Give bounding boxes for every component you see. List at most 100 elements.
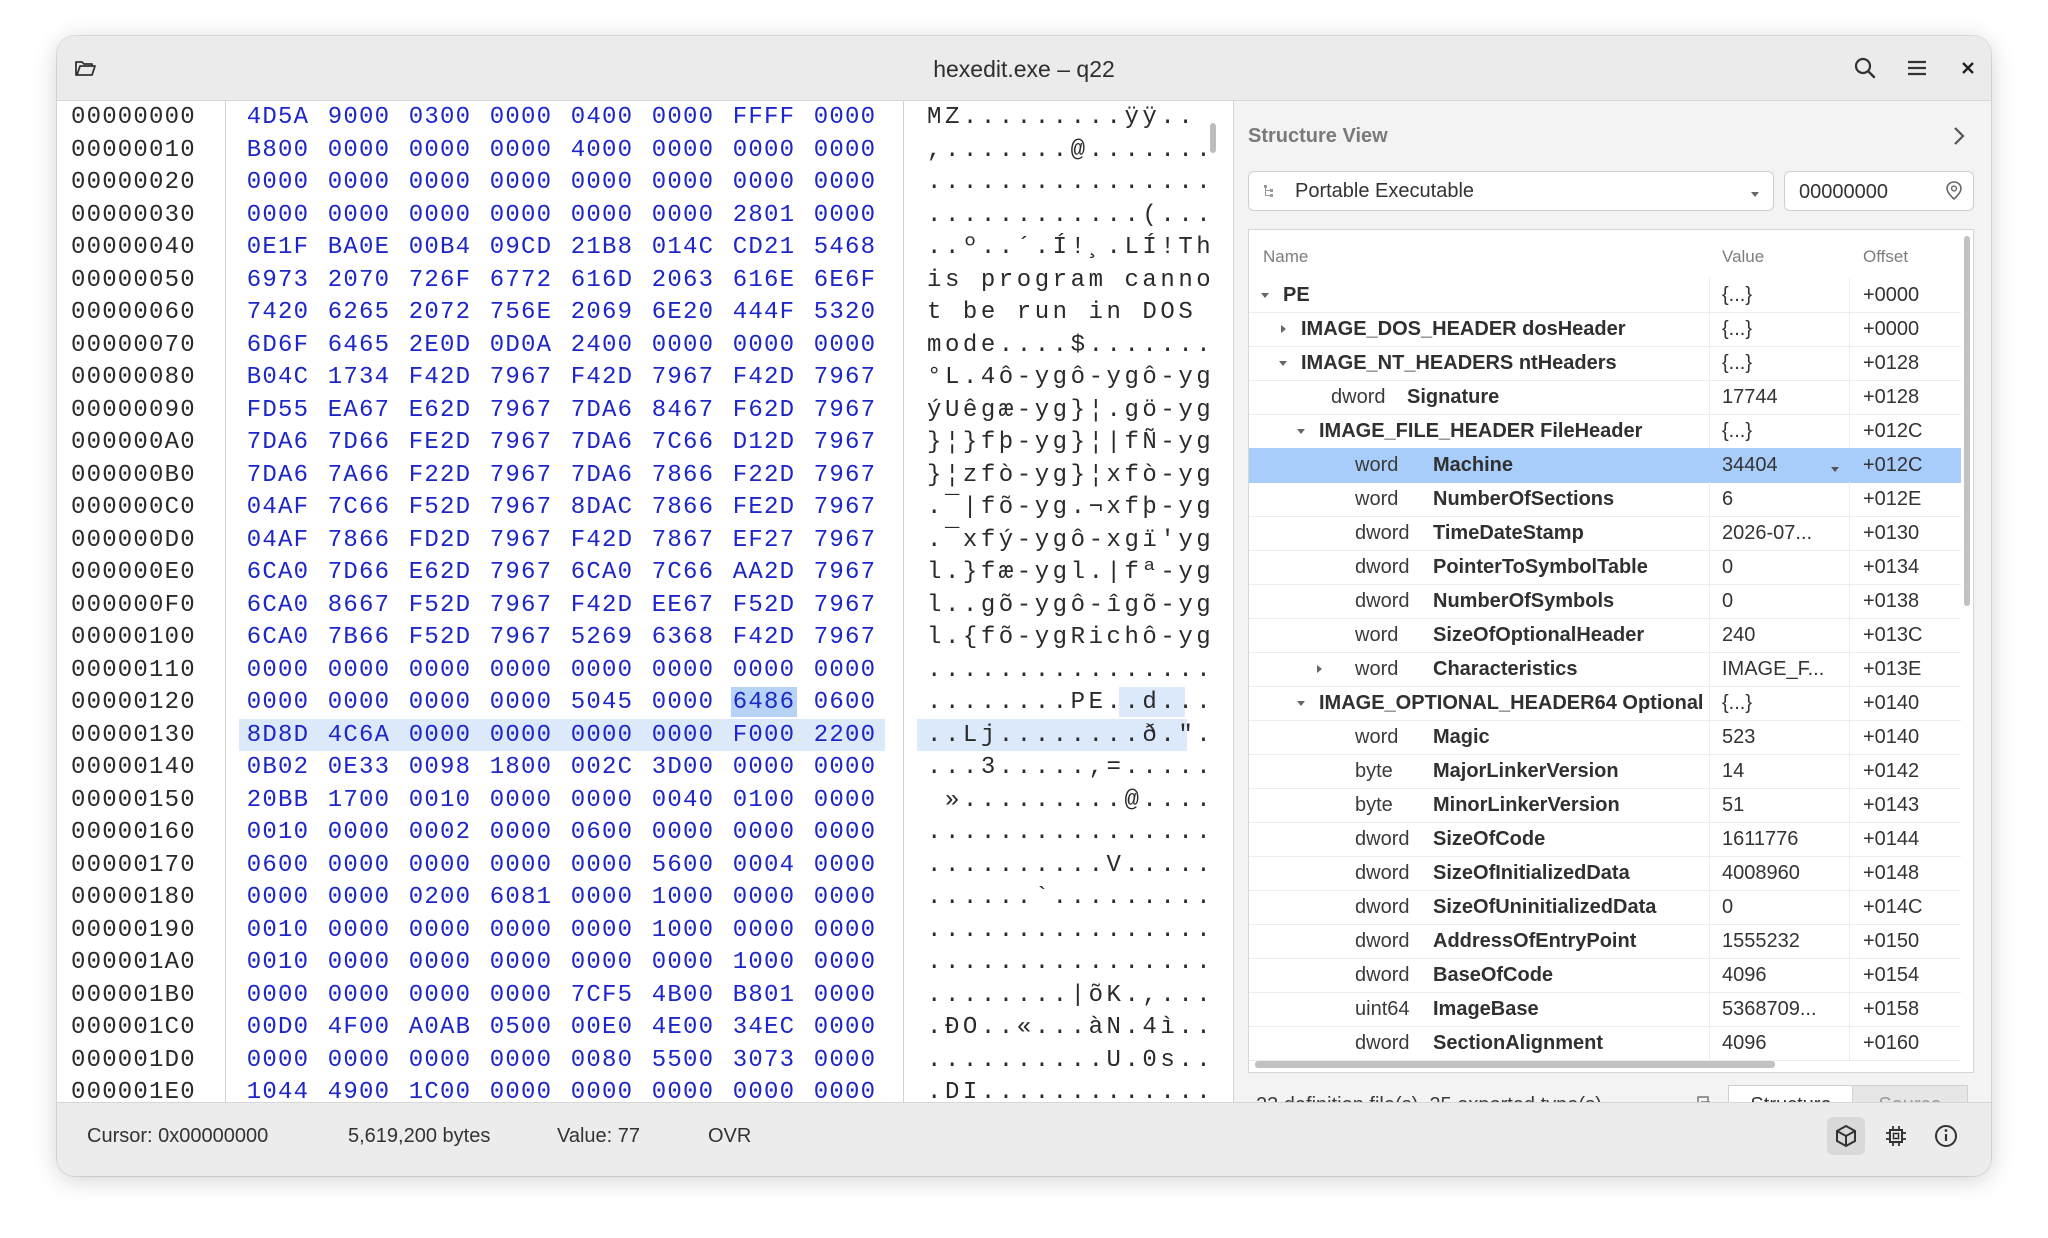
hex-word[interactable]: 0000 bbox=[731, 332, 797, 359]
hex-word[interactable]: 0000 bbox=[326, 819, 392, 846]
hex-word[interactable]: 7867 bbox=[650, 527, 716, 554]
ascii-text[interactable]: l.{fõ-ygRichô-yg bbox=[927, 624, 1214, 651]
hex-word[interactable]: 2069 bbox=[569, 299, 635, 326]
hex-word[interactable]: 7967 bbox=[812, 592, 878, 619]
hex-word[interactable]: CD21 bbox=[731, 234, 797, 261]
hex-word[interactable]: 0010 bbox=[407, 787, 473, 814]
hex-word[interactable]: FE2D bbox=[407, 429, 473, 456]
hex-word[interactable]: 7866 bbox=[650, 462, 716, 489]
hex-word[interactable]: 7967 bbox=[488, 462, 554, 489]
hex-word[interactable]: 0000 bbox=[488, 657, 554, 684]
hex-word[interactable]: 0000 bbox=[488, 787, 554, 814]
hex-word[interactable]: 0000 bbox=[569, 787, 635, 814]
hex-word[interactable]: 0B02 bbox=[245, 754, 311, 781]
hex-word[interactable]: 1700 bbox=[326, 787, 392, 814]
ascii-text[interactable]: }¦zfò-yg}¦xfò-yg bbox=[927, 462, 1214, 489]
hex-word[interactable]: 1000 bbox=[650, 917, 716, 944]
hex-word[interactable]: F52D bbox=[407, 624, 473, 651]
offset-input[interactable]: 00000000 bbox=[1784, 171, 1974, 211]
hex-word[interactable]: 7D66 bbox=[326, 559, 392, 586]
hex-word[interactable]: FFFF bbox=[731, 104, 797, 131]
ascii-text[interactable]: ».........@.... bbox=[927, 787, 1214, 814]
hex-word[interactable]: 2072 bbox=[407, 299, 473, 326]
hex-word[interactable]: 6081 bbox=[488, 884, 554, 911]
hex-word[interactable]: 6465 bbox=[326, 332, 392, 359]
format-combo[interactable]: Portable Executable bbox=[1248, 171, 1774, 211]
hex-word[interactable]: 34EC bbox=[731, 1014, 797, 1041]
hex-word[interactable]: F42D bbox=[569, 592, 635, 619]
hex-word[interactable]: 0000 bbox=[326, 657, 392, 684]
hex-word[interactable]: 0000 bbox=[731, 917, 797, 944]
hex-word[interactable]: 0000 bbox=[650, 819, 716, 846]
hex-word[interactable]: F22D bbox=[407, 462, 473, 489]
hex-word[interactable]: 0010 bbox=[245, 917, 311, 944]
tree-row[interactable]: PE {...} +0000 bbox=[1249, 278, 1961, 313]
tree-row[interactable]: dword AddressOfEntryPoint 1555232 +0150 bbox=[1249, 924, 1961, 959]
hex-word[interactable]: 0E1F bbox=[245, 234, 311, 261]
hex-word[interactable]: 616D bbox=[569, 267, 635, 294]
ascii-text[interactable]: ,.......@....... bbox=[927, 137, 1214, 164]
hex-word[interactable]: 0000 bbox=[650, 202, 716, 229]
edit-mode[interactable]: OVR bbox=[708, 1125, 751, 1148]
hex-word[interactable]: 7866 bbox=[650, 494, 716, 521]
hex-word[interactable]: B800 bbox=[245, 137, 311, 164]
hex-word[interactable]: 0000 bbox=[569, 169, 635, 196]
info-icon[interactable] bbox=[1927, 1117, 1965, 1155]
ascii-text[interactable]: ................ bbox=[927, 819, 1214, 846]
column-header-name[interactable]: Name bbox=[1263, 247, 1308, 267]
hex-word[interactable]: 7DA6 bbox=[569, 462, 635, 489]
chevron-right-icon[interactable] bbox=[1950, 125, 1968, 152]
tree-scrollbar-thumb[interactable] bbox=[1964, 236, 1970, 606]
hex-word[interactable]: AA2D bbox=[731, 559, 797, 586]
tree-row[interactable]: word NumberOfSections 6 +012E bbox=[1249, 482, 1961, 517]
hex-word[interactable]: BA0E bbox=[326, 234, 392, 261]
tree-row[interactable]: uint64 ImageBase 5368709... +0158 bbox=[1249, 992, 1961, 1027]
tree-row[interactable]: dword SectionAlignment 4096 +0160 bbox=[1249, 1026, 1961, 1061]
hex-word[interactable]: 002C bbox=[569, 754, 635, 781]
hex-word[interactable]: 00B4 bbox=[407, 234, 473, 261]
hex-word[interactable]: 444F bbox=[731, 299, 797, 326]
hex-word[interactable]: 7967 bbox=[650, 364, 716, 391]
hex-word[interactable]: 04AF bbox=[245, 527, 311, 554]
hex-word[interactable]: 4B00 bbox=[650, 982, 716, 1009]
hex-word[interactable]: 0000 bbox=[812, 1047, 878, 1074]
hex-word[interactable]: 0000 bbox=[650, 137, 716, 164]
hex-word[interactable]: 0000 bbox=[812, 754, 878, 781]
hex-word[interactable]: 0000 bbox=[731, 137, 797, 164]
tree-horizontal-scrollbar[interactable] bbox=[1255, 1061, 1775, 1068]
hex-word[interactable]: F52D bbox=[407, 592, 473, 619]
hex-word[interactable]: 8467 bbox=[650, 397, 716, 424]
hex-word[interactable]: 0000 bbox=[245, 689, 311, 716]
hex-word[interactable]: 0000 bbox=[812, 104, 878, 131]
tree-row[interactable]: dword SizeOfInitializedData 4008960 +0148 bbox=[1249, 856, 1961, 891]
hex-word[interactable]: 6265 bbox=[326, 299, 392, 326]
ascii-text[interactable]: ..º..´.Í!¸.LÍ!Th bbox=[927, 234, 1214, 261]
ascii-text[interactable]: ................ bbox=[927, 657, 1214, 684]
hex-word[interactable]: 04AF bbox=[245, 494, 311, 521]
hex-word[interactable]: 0000 bbox=[407, 722, 473, 749]
hamburger-menu-icon[interactable] bbox=[1899, 50, 1935, 86]
hex-word[interactable]: 7DA6 bbox=[245, 429, 311, 456]
hex-word[interactable]: 0200 bbox=[407, 884, 473, 911]
hex-word[interactable]: B801 bbox=[731, 982, 797, 1009]
hex-word[interactable]: 1734 bbox=[326, 364, 392, 391]
hex-word[interactable]: 0000 bbox=[569, 884, 635, 911]
hex-word[interactable]: 6CA0 bbox=[569, 559, 635, 586]
hex-word[interactable]: 7967 bbox=[488, 527, 554, 554]
hex-word[interactable]: 6CA0 bbox=[245, 592, 311, 619]
hex-word[interactable]: 014C bbox=[650, 234, 716, 261]
hex-word[interactable]: 7D66 bbox=[326, 429, 392, 456]
tree-row[interactable]: word Characteristics IMAGE_F... +013E bbox=[1249, 652, 1961, 687]
hex-word[interactable]: 1000 bbox=[650, 884, 716, 911]
hex-word[interactable]: 6486 bbox=[731, 689, 797, 716]
hex-word[interactable]: 0000 bbox=[488, 819, 554, 846]
expand-caret-down-icon[interactable] bbox=[1293, 423, 1309, 439]
ascii-text[interactable]: is program canno bbox=[927, 267, 1214, 294]
tree-row[interactable]: word SizeOfOptionalHeader 240 +013C bbox=[1249, 618, 1961, 653]
tree-row[interactable]: dword SizeOfCode 1611776 +0144 bbox=[1249, 822, 1961, 857]
hex-word[interactable]: 5045 bbox=[569, 689, 635, 716]
hex-word[interactable]: 0000 bbox=[812, 884, 878, 911]
ascii-text[interactable]: mode....$....... bbox=[927, 332, 1214, 359]
hex-word[interactable]: 0000 bbox=[326, 949, 392, 976]
hex-word[interactable]: 4F00 bbox=[326, 1014, 392, 1041]
